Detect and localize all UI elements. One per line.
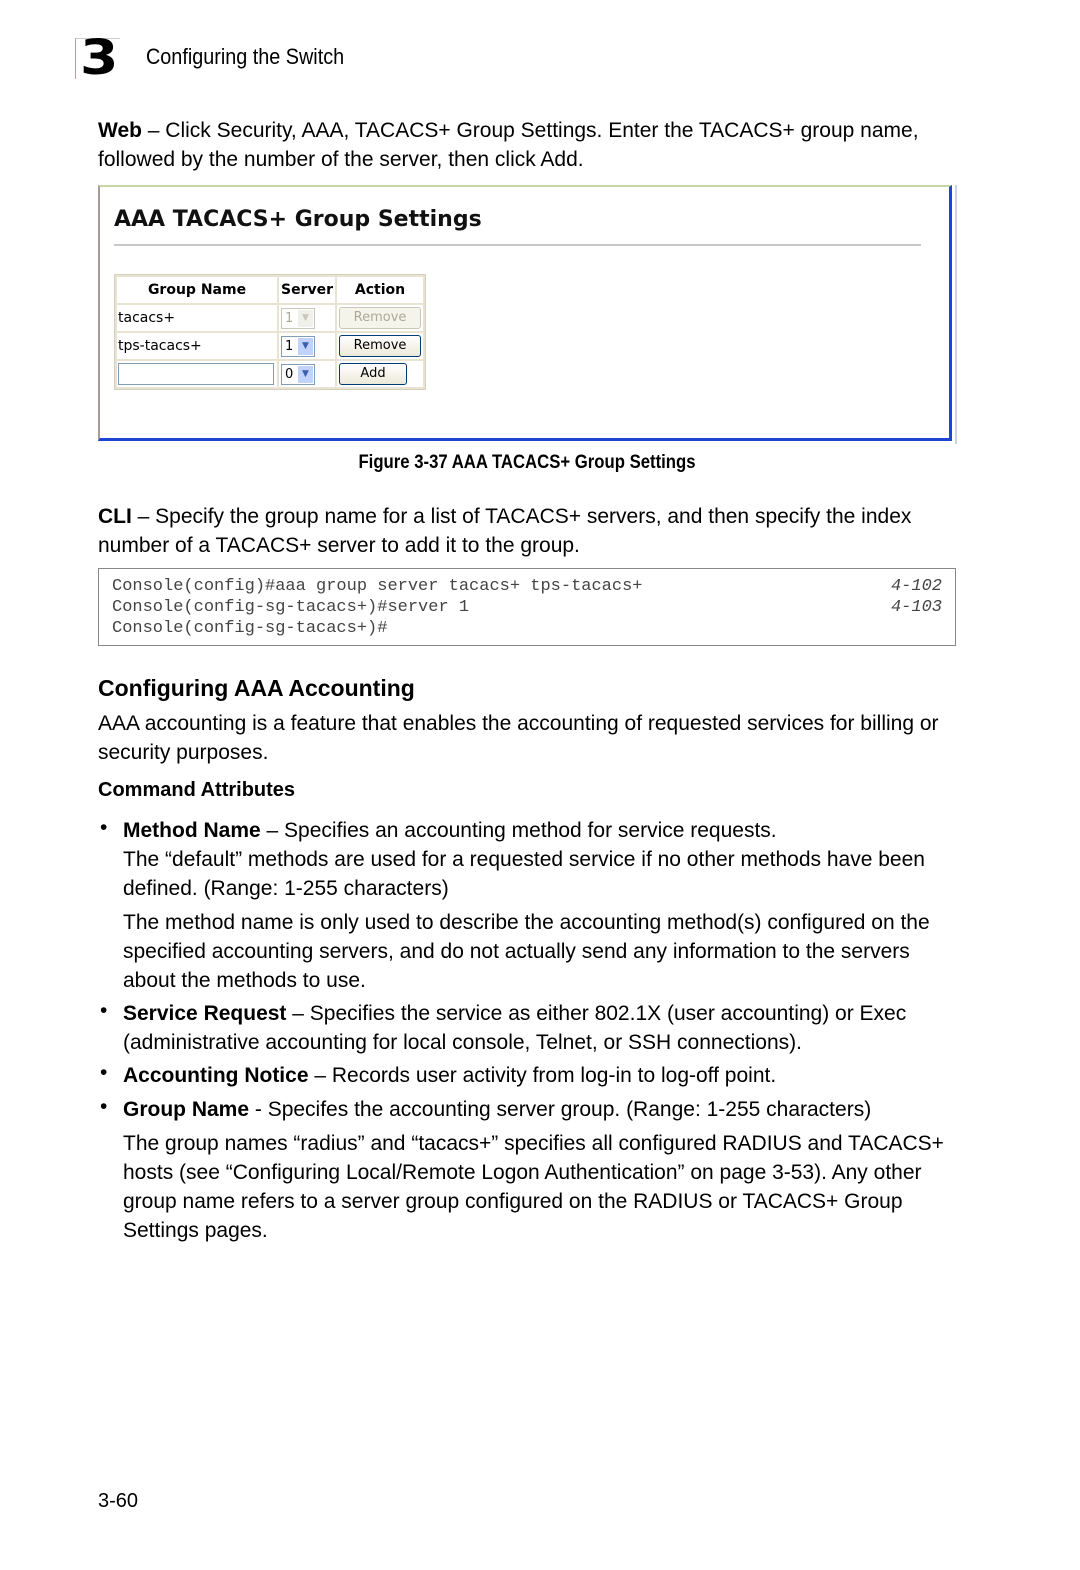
attribute-method-name: Method Name – Specifies an accounting me…	[123, 816, 963, 903]
server-cell: 1 ▼	[279, 333, 336, 359]
section-intro: AAA accounting is a feature that enables…	[98, 712, 939, 764]
code-line: Console(config-sg-tacacs+)#	[112, 619, 388, 638]
bullet-icon: •	[100, 999, 108, 1022]
add-button[interactable]: Add	[339, 363, 408, 385]
server-select[interactable]: 1 ▼	[281, 335, 315, 357]
figure-screenshot: AAA TACACS+ Group Settings Group Name Se…	[98, 185, 952, 441]
code-reference: 4-102	[890, 577, 942, 596]
cli-instructions: CLI – Specify the group name for a list …	[98, 502, 958, 560]
code-reference: 4-103	[890, 598, 942, 617]
figure-title-rule	[114, 244, 921, 246]
attribute-desc: – Specifies an accounting method for ser…	[260, 819, 777, 842]
attribute-accounting-notice: Accounting Notice – Records user activit…	[123, 1061, 963, 1090]
cli-code-example: Console(config)#aaa group server tacacs+…	[98, 568, 956, 646]
table-row-new: 0 ▼ Add	[117, 361, 424, 387]
group-name-input-cell	[117, 361, 277, 387]
group-name-cell: tps-tacacs+	[117, 333, 277, 359]
web-lead: Web	[98, 119, 142, 142]
chevron-down-icon[interactable]: ▼	[298, 337, 313, 355]
attribute-extra: The “default” methods are used for a req…	[123, 848, 925, 900]
remove-button: Remove	[339, 307, 422, 329]
page-number: 3-60	[98, 1490, 139, 1512]
attribute-service-request: Service Request – Specifies the service …	[123, 999, 963, 1057]
column-header-server: Server	[279, 277, 336, 303]
attribute-term: Service Request	[123, 1002, 287, 1025]
cli-lead: CLI	[98, 505, 132, 528]
figure-edge	[955, 185, 957, 444]
web-instructions: Web – Click Security, AAA, TACACS+ Group…	[98, 116, 958, 174]
server-select-value: 1	[285, 310, 294, 326]
code-line: Console(config)#aaa group server tacacs+…	[112, 577, 643, 596]
chapter-title: Configuring the Switch	[146, 44, 345, 69]
server-select: 1 ▼	[281, 307, 315, 329]
server-cell: 0 ▼	[279, 361, 336, 387]
table-row: tps-tacacs+ 1 ▼ Remove	[117, 333, 424, 359]
server-select-value: 0	[285, 366, 294, 382]
server-select[interactable]: 0 ▼	[281, 363, 315, 385]
web-text: – Click Security, AAA, TACACS+ Group Set…	[98, 119, 919, 171]
bullet-icon: •	[100, 1061, 108, 1084]
table-row: tacacs+ 1 ▼ Remove	[117, 305, 424, 331]
group-name-cell: tacacs+	[117, 305, 277, 331]
chapter-number: 3	[80, 30, 118, 86]
figure-caption: Figure 3-37 AAA TACACS+ Group Settings	[358, 452, 696, 473]
attribute-term: Group Name	[123, 1098, 250, 1121]
table-header-row: Group Name Server Action	[117, 277, 424, 303]
action-cell: Remove	[337, 305, 424, 331]
server-cell: 1 ▼	[279, 305, 336, 331]
attribute-extra-paragraph: The group names “radius” and “tacacs+” s…	[123, 1132, 944, 1242]
action-cell: Remove	[337, 333, 424, 359]
group-name-input[interactable]	[118, 363, 274, 385]
section-heading: Configuring AAA Accounting	[98, 675, 415, 701]
code-line: Console(config-sg-tacacs+)#server 1	[112, 598, 470, 617]
attribute-desc: – Records user activity from log-in to l…	[308, 1064, 777, 1087]
remove-button[interactable]: Remove	[339, 335, 422, 357]
bullet-icon: •	[100, 816, 108, 839]
bullet-icon: •	[100, 1095, 108, 1118]
action-cell: Add	[337, 361, 424, 387]
figure-page-title: AAA TACACS+ Group Settings	[114, 207, 482, 232]
attribute-term: Accounting Notice	[123, 1064, 309, 1087]
subsection-heading: Command Attributes	[98, 779, 296, 801]
attribute-desc: - Specifes the accounting server group. …	[249, 1098, 872, 1121]
chevron-down-icon[interactable]: ▼	[298, 365, 313, 383]
attribute-extra-paragraph: The method name is only used to describe…	[123, 911, 930, 992]
column-header-action: Action	[337, 277, 424, 303]
attribute-term: Method Name	[123, 819, 261, 842]
chevron-down-icon: ▼	[298, 309, 313, 327]
attribute-group-name: Group Name - Specifes the accounting ser…	[123, 1095, 963, 1124]
column-header-group-name: Group Name	[117, 277, 277, 303]
cli-text: – Specify the group name for a list of T…	[98, 505, 912, 557]
group-settings-table: Group Name Server Action tacacs+ 1 ▼ Rem…	[114, 274, 427, 390]
server-select-value: 1	[285, 338, 294, 354]
